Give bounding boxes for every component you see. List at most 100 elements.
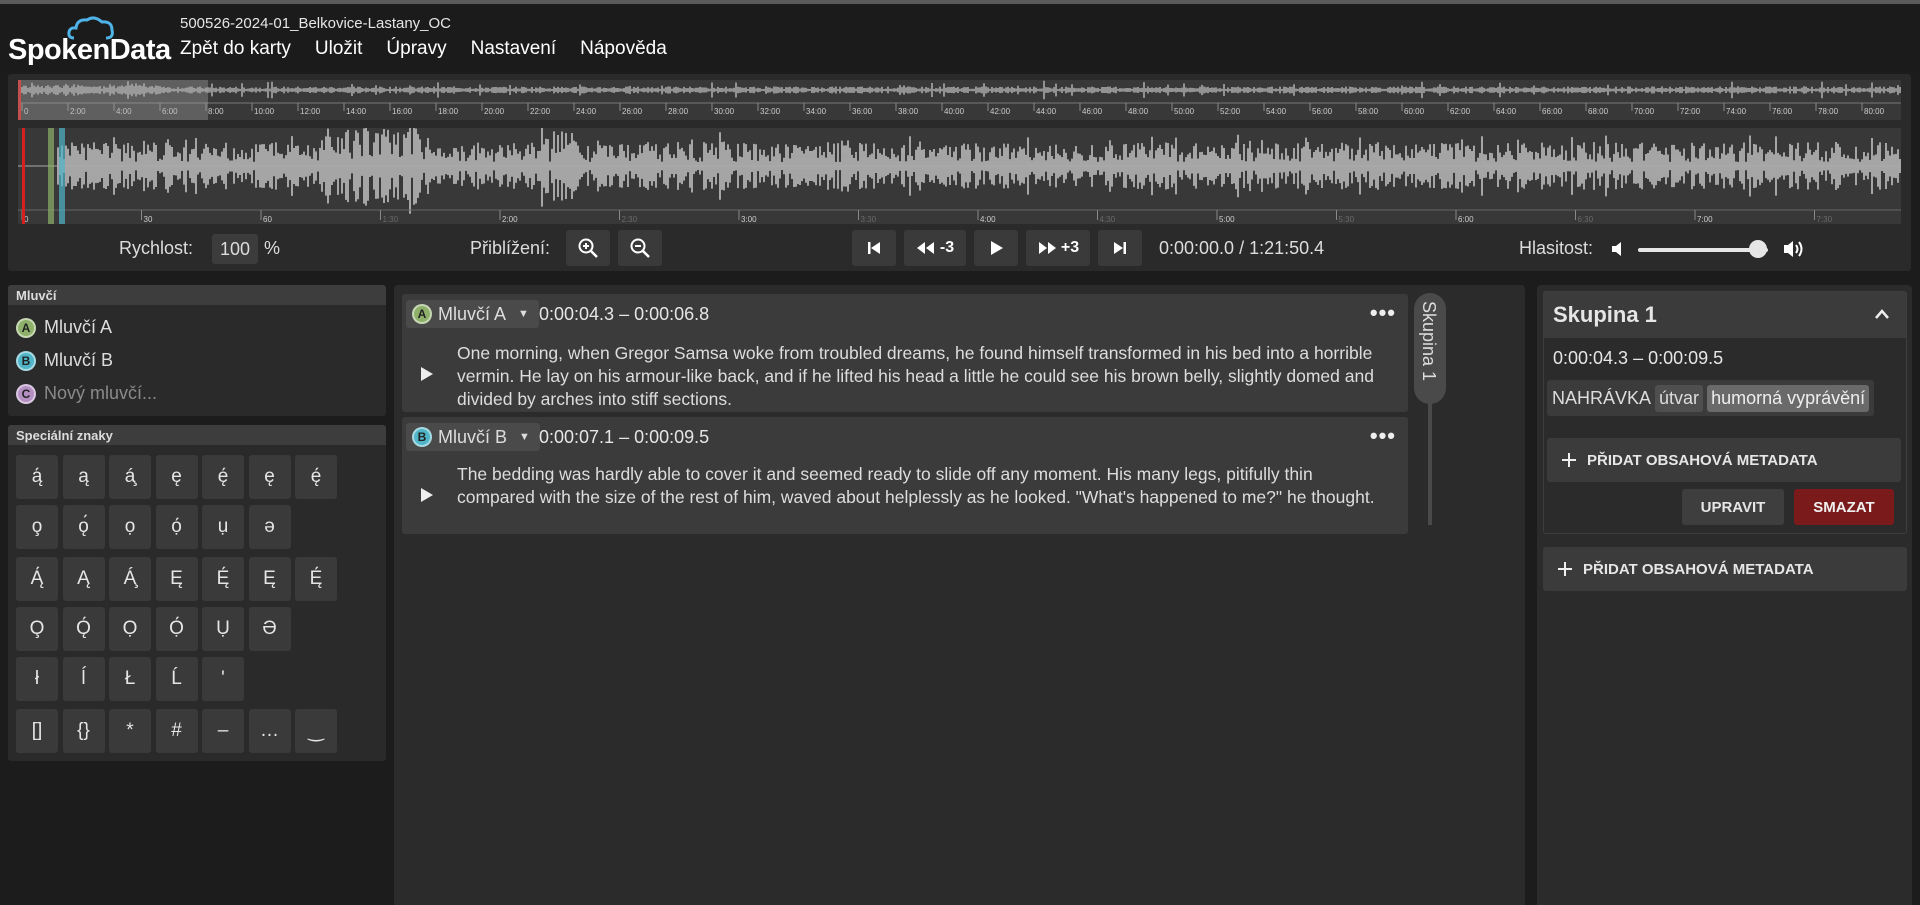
special-char-button[interactable]: Ą [62, 557, 105, 601]
special-char-button[interactable]: Ę [155, 557, 198, 601]
special-char-button[interactable]: Ą́ [16, 557, 58, 601]
metadata-row[interactable]: NAHRÁVKA útvar humorná vyprávění [1547, 380, 1875, 416]
overview-tick-label: 12:00 [300, 107, 321, 116]
transcript-area: A Mluvčí A ▼ 0:00:04.3 – 0:00:06.8 ••• O… [394, 285, 1525, 905]
special-char-button[interactable]: ę [248, 455, 291, 499]
rewind-button[interactable]: -3 [904, 230, 966, 266]
detail-playhead[interactable] [22, 128, 25, 224]
special-char-button[interactable]: {} [62, 709, 105, 753]
zoom-in-button[interactable] [566, 230, 610, 266]
special-char-button[interactable]: Ę́ [295, 557, 337, 601]
skip-start-button[interactable] [852, 230, 896, 266]
group-range-line [1428, 403, 1432, 525]
special-char-button[interactable]: [] [16, 709, 58, 753]
skip-end-button[interactable] [1098, 230, 1142, 266]
volume-low-icon[interactable] [1611, 241, 1627, 257]
add-metadata-button[interactable]: PŘIDAT OBSAHOVÁ METADATA [1547, 438, 1901, 482]
spokendata-logo[interactable]: SpokenData [8, 16, 171, 66]
special-char-button[interactable]: … [248, 709, 291, 753]
segment-2[interactable]: B Mluvčí B ▼ 0:00:07.1 – 0:00:09.5 ••• T… [402, 417, 1408, 534]
detail-waveform[interactable]: 0 30 60 1:30 2:00 2:30 3:00 3:30 4:00 4:30 5:00 5:3… [18, 118, 1901, 224]
delete-button[interactable]: SMAZAT [1794, 489, 1894, 525]
menu-save[interactable]: Uložit [315, 38, 363, 60]
special-char-button[interactable]: Ọ́ [155, 607, 198, 651]
overview-tick-label: 42:00 [990, 107, 1011, 116]
segment-speaker-select[interactable]: A Mluvčí A ▼ [406, 300, 539, 328]
special-char-button[interactable]: ‿ [295, 709, 337, 753]
region-speaker-a[interactable] [48, 128, 54, 224]
segment-play-icon[interactable] [416, 364, 436, 384]
special-char-button[interactable]: Ĺ [155, 657, 198, 701]
overview-tick-label: 22:00 [530, 107, 551, 116]
menu-back-to-card[interactable]: Zpět do karty [180, 38, 291, 60]
forward-button[interactable]: +3 [1026, 230, 1090, 266]
speaker-a[interactable]: A Mluvčí A [16, 317, 112, 338]
menu-settings[interactable]: Nastavení [471, 38, 557, 60]
special-char-button[interactable]: ę [155, 455, 198, 499]
overview-viewport[interactable] [18, 80, 208, 120]
special-char-button[interactable]: Ł [109, 657, 151, 701]
play-button[interactable] [974, 230, 1018, 266]
overview-waveform[interactable]: 0 2:00 4:00 6:00 8:00 10:00 12:00 14:00 16:00 18:… [17, 80, 1901, 120]
speed-unit: % [264, 238, 281, 258]
special-char-button[interactable]: Ǫ́ [62, 607, 105, 651]
overview-tick-label: 70:00 [1634, 107, 1655, 116]
special-char-button[interactable]: ę́ [295, 455, 337, 499]
detail-waveform-graphic: 0 30 60 1:30 2:00 2:30 3:00 3:30 4:00 4:30 5:00 5:3… [18, 118, 1901, 224]
special-char-button[interactable]: Ụ [202, 607, 244, 651]
segment-speaker-select[interactable]: B Mluvčí B ▼ [406, 423, 540, 451]
special-char-button[interactable]: ǫ́ [62, 505, 105, 549]
special-char-button[interactable]: ọ́ [155, 505, 198, 549]
special-char-button[interactable]: # [155, 709, 198, 753]
segment-play-icon[interactable] [416, 485, 436, 505]
volume-slider-handle[interactable] [1748, 240, 1767, 258]
special-char-button[interactable]: ụ [202, 505, 244, 549]
new-speaker[interactable]: C Nový mluvčí... [16, 383, 157, 404]
special-char-button[interactable]: o̧ [16, 505, 58, 549]
segment-text[interactable]: The bedding was hardly able to cover it … [457, 463, 1394, 509]
overview-tick-label: 26:00 [622, 107, 643, 116]
overview-tick-label: 80:00 [1864, 107, 1885, 116]
special-char-button[interactable]: O̧ [16, 607, 58, 651]
special-char-button[interactable]: ĺ [62, 657, 105, 701]
menu-edit[interactable]: Úpravy [386, 38, 446, 60]
region-speaker-b[interactable] [59, 128, 65, 224]
volume-high-icon[interactable] [1783, 239, 1807, 259]
special-char-button[interactable]: Ọ [109, 607, 151, 651]
special-char-button[interactable]: – [202, 709, 244, 753]
special-char-button[interactable]: ą [62, 455, 105, 499]
segment-text[interactable]: One morning, when Gregor Samsa woke from… [457, 342, 1394, 411]
group-header[interactable]: Skupina 1 [1544, 292, 1906, 338]
special-char-button[interactable]: Ę́ [202, 557, 244, 601]
detail-tick-label: 7:00 [1697, 215, 1713, 224]
speaker-b[interactable]: B Mluvčí B [16, 350, 113, 371]
new-speaker-label: Nový mluvčí... [44, 383, 158, 403]
special-char-button[interactable]: Ə [248, 607, 291, 651]
zoom-out-button[interactable] [618, 230, 662, 266]
group-tab[interactable]: Skupina 1 [1414, 293, 1446, 404]
more-options-icon[interactable]: ••• [1370, 300, 1396, 326]
special-char-button[interactable]: ọ [109, 505, 151, 549]
special-char-button[interactable]: ' [202, 657, 244, 701]
add-metadata-bottom-button[interactable]: PŘIDAT OBSAHOVÁ METADATA [1543, 547, 1907, 591]
special-char-button[interactable]: ę́ [202, 455, 244, 499]
special-char-button[interactable]: Á̧ [109, 557, 151, 601]
special-char-button[interactable]: á̧ [109, 455, 151, 499]
segment-1[interactable]: A Mluvčí A ▼ 0:00:04.3 – 0:00:06.8 ••• O… [402, 294, 1408, 412]
overview-tick-label: 50:00 [1174, 107, 1195, 116]
special-char-button[interactable]: ł [16, 657, 58, 701]
special-char-button[interactable]: Ę [248, 557, 291, 601]
overview-tick-label: 16:00 [392, 107, 413, 116]
overview-tick-label: 18:00 [438, 107, 459, 116]
speed-input[interactable]: 100 [212, 234, 258, 264]
menu-help[interactable]: Nápověda [580, 38, 667, 60]
detail-tick-label: 7:30 [1817, 215, 1833, 224]
overview-tick-label: 60:00 [1404, 107, 1425, 116]
special-char-button[interactable]: * [109, 709, 151, 753]
special-char-button[interactable]: ą́ [16, 455, 58, 499]
group-card: Skupina 1 0:00:04.3 – 0:00:09.5 NAHRÁVKA… [1543, 291, 1907, 534]
chevron-up-icon[interactable] [1874, 308, 1890, 320]
more-options-icon[interactable]: ••• [1370, 423, 1396, 449]
edit-button[interactable]: UPRAVIT [1682, 489, 1784, 525]
special-char-button[interactable]: ə [248, 505, 291, 549]
